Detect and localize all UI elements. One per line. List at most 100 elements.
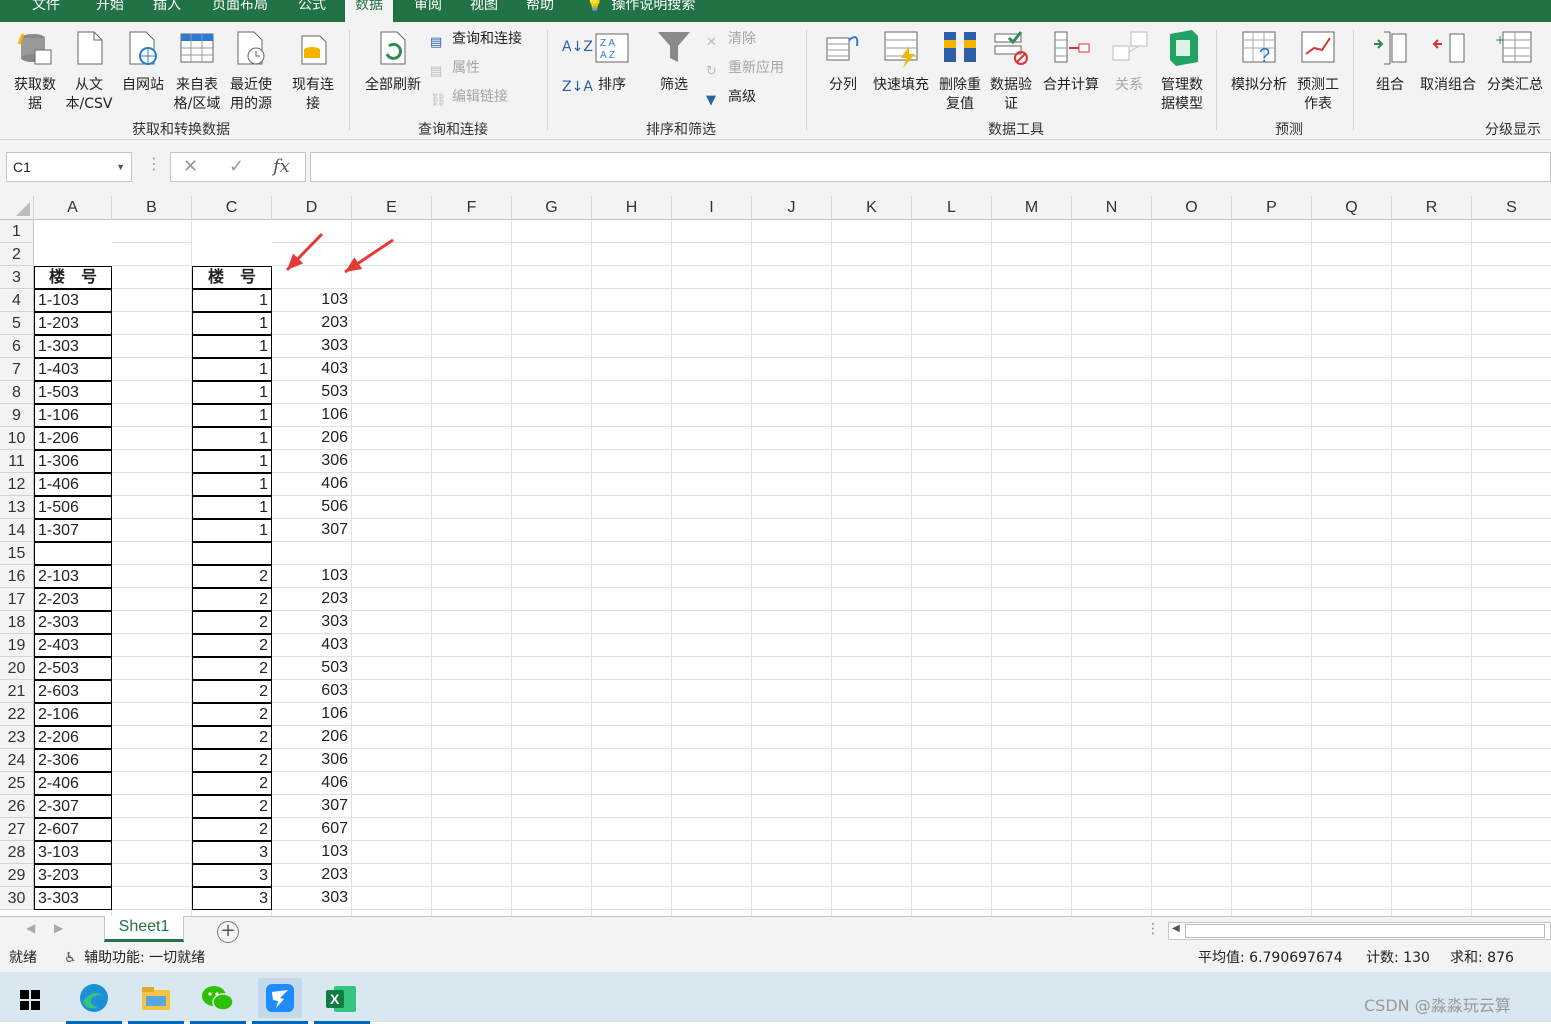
scrollbar-thumb[interactable]	[1185, 924, 1545, 938]
remove-duplicates-button[interactable]: 删除重复值	[936, 28, 984, 114]
svg-text:Z A: Z A	[600, 38, 615, 49]
existing-connections-button[interactable]: 现有连接	[288, 28, 338, 114]
file-explorer-icon[interactable]	[128, 978, 184, 1024]
scroll-left-icon[interactable]: ◀	[26, 921, 35, 935]
recent-icon	[226, 28, 276, 74]
split-icon	[822, 28, 864, 74]
reapply-button[interactable]: ↻ 重新应用	[706, 59, 784, 79]
enter-icon[interactable]: ✓	[229, 156, 244, 177]
text-to-columns-button[interactable]: 分列	[822, 28, 864, 95]
ribbon-group-label-4: 数据工具	[988, 122, 1044, 138]
from-text-csv-button[interactable]: 从文本/CSV	[62, 28, 116, 114]
advanced-filter-button[interactable]: ▼ 高级	[706, 88, 756, 108]
relationships-button[interactable]: 关系	[1108, 28, 1150, 95]
from-table-button-label: 来自表格/区域	[173, 77, 221, 112]
group-button[interactable]: 组合	[1368, 28, 1412, 95]
tab-help[interactable]: 帮助	[516, 0, 564, 22]
tab-formulas[interactable]: 公式	[288, 0, 336, 22]
windows-taskbar: X CSDN @淼淼玩云算	[0, 972, 1551, 1024]
tab-view[interactable]: 视图	[460, 0, 508, 22]
from-text-csv-button-label: 从文本/CSV	[65, 77, 113, 112]
recent-sources-button-label: 最近使用的源	[230, 77, 272, 112]
web-icon	[122, 28, 164, 74]
horizontal-scrollbar[interactable]: ◀	[1168, 922, 1551, 940]
tab-data[interactable]: 数据	[345, 0, 393, 22]
text-to-columns-button-label: 分列	[829, 77, 857, 93]
data-validation-button-label: 数据验证	[990, 77, 1032, 112]
data-validation-button[interactable]: 数据验证	[986, 28, 1036, 114]
wechat-icon[interactable]	[190, 978, 246, 1024]
excel-app-icon[interactable]: X	[314, 978, 370, 1024]
refresh-all-button[interactable]: 全部刷新	[360, 28, 426, 95]
what-if-analysis-button-label: 模拟分析	[1231, 77, 1287, 93]
properties-button-icon: ▤	[430, 64, 443, 79]
sort-button-label: 排序	[598, 77, 626, 93]
tab-label: 操作说明搜索	[611, 0, 696, 13]
subtotal-button[interactable]: + 分类汇总	[1482, 28, 1548, 95]
get-data-button[interactable]: 获取数据	[8, 28, 62, 114]
tab-label: 视图	[470, 0, 498, 13]
edit-links-button[interactable]: ⛓ 编辑链接	[430, 88, 508, 108]
windows-start-icon[interactable]	[8, 978, 52, 1018]
filter-button[interactable]: 筛选	[654, 28, 694, 95]
valid-icon	[986, 28, 1036, 74]
name-box-value: C1	[13, 159, 31, 175]
flash-fill-button[interactable]: 快速填充	[870, 28, 932, 95]
tab-review[interactable]: 审阅	[404, 0, 452, 22]
manage-data-model-button-label: 管理数据模型	[1161, 77, 1203, 112]
from-table-button[interactable]: 来自表格/区域	[170, 28, 224, 114]
manage-data-model-button[interactable]: 管理数据模型	[1155, 28, 1209, 114]
forecast-sheet-button[interactable]: 预测工作表	[1293, 28, 1343, 114]
status-bar: 就绪 ♿ 辅助功能: 一切就绪 平均值: 6.790697674 计数: 130…	[0, 944, 1551, 972]
add-sheet-button[interactable]: +	[217, 921, 239, 943]
get-data-button-label: 获取数据	[14, 77, 56, 112]
sort-desc-icon[interactable]: Z↓A	[562, 78, 593, 96]
queries-connections-button-label: 查询和连接	[452, 31, 522, 47]
sort-button[interactable]: Z AA Z 排序	[592, 28, 632, 95]
tab-tell-me[interactable]: 💡 操作说明搜索	[576, 0, 705, 22]
chevron-down-icon[interactable]: ▼	[116, 153, 125, 181]
svg-text:A Z: A Z	[600, 50, 615, 61]
formula-input[interactable]	[310, 152, 1551, 182]
recent-sources-button[interactable]: 最近使用的源	[226, 28, 276, 114]
ungrp-icon	[1416, 28, 1480, 74]
ribbon-group-label-3: 排序和筛选	[646, 122, 716, 138]
from-web-button-label: 自网站	[122, 77, 164, 93]
dingtalk-icon[interactable]	[252, 978, 308, 1024]
tab-label: 插入	[153, 0, 181, 13]
from-web-button[interactable]: 自网站	[122, 28, 164, 95]
tab-file[interactable]: 文件	[22, 0, 70, 22]
clear-filter-button[interactable]: ✕ 清除	[706, 30, 756, 50]
worksheet-grid[interactable]: ABCDEFGHIJKLMNOPQRS 123楼 号楼 号 4 1-103 1 103 5…	[0, 196, 1551, 916]
consolidate-button[interactable]: 合并计算	[1040, 28, 1102, 95]
svg-text:?: ?	[1259, 45, 1270, 67]
formula-bar: C1 ▼ ⋮ ✕ ✓ fx	[0, 140, 1551, 196]
tab-home[interactable]: 开始	[86, 0, 134, 22]
cancel-icon[interactable]: ✕	[183, 156, 198, 177]
ungroup-button[interactable]: 取消组合	[1416, 28, 1480, 95]
flash-icon	[870, 28, 932, 74]
tab-insert[interactable]: 插入	[143, 0, 191, 22]
name-box[interactable]: C1 ▼	[6, 152, 132, 182]
reapply-button-label: 重新应用	[728, 60, 784, 76]
accessibility-status[interactable]: 辅助功能: 一切就绪	[84, 944, 205, 972]
consol-icon	[1040, 28, 1102, 74]
properties-button[interactable]: ▤ 属性	[430, 59, 480, 79]
tab-page-layout[interactable]: 页面布局	[202, 0, 278, 22]
svg-text:X: X	[330, 991, 340, 1007]
sheet-tab-sheet1[interactable]: Sheet1	[104, 916, 184, 942]
scroll-right-icon[interactable]: ▶	[54, 921, 63, 935]
queries-connections-button[interactable]: ▤ 查询和连接	[430, 30, 522, 50]
split-handle-icon[interactable]: ⋮	[1146, 921, 1160, 937]
edge-browser-icon[interactable]	[66, 978, 122, 1024]
what-if-analysis-button[interactable]: ? 模拟分析	[1227, 28, 1291, 95]
scroll-left-arrow-icon[interactable]: ◀	[1172, 923, 1180, 934]
sort-asc-icon[interactable]: A↓Z	[562, 38, 593, 56]
edit-links-button-icon: ⛓	[430, 93, 447, 108]
formula-buttons: ✕ ✓ fx	[170, 152, 306, 182]
ribbon-tabs: 文件 开始 插入 页面布局 公式 数据 审阅 视图 帮助 💡 操作说明搜索	[0, 0, 1551, 22]
insert-function-button[interactable]: fx	[273, 156, 290, 177]
sort-icon: Z AA Z	[592, 28, 632, 74]
tab-label: 审阅	[414, 0, 442, 13]
sheet-tab-bar: ◀ ▶ Sheet1 + ⋮ ◀	[0, 916, 1551, 944]
